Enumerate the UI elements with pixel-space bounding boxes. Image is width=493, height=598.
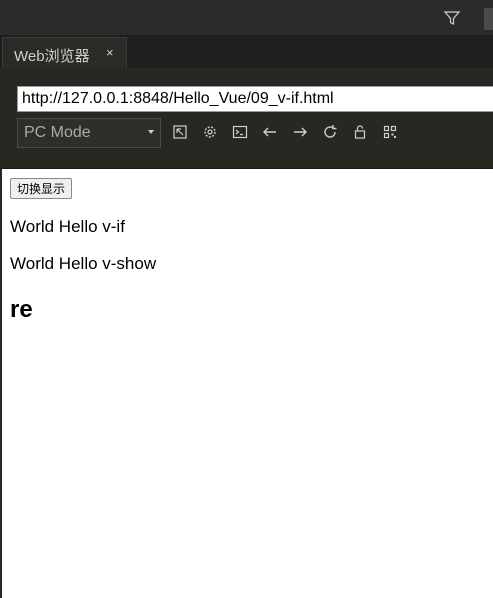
browser-toolbar: PC Mode: [0, 68, 493, 169]
close-icon[interactable]: ×: [106, 45, 114, 60]
editor-tab-strip: Web浏览器 ×: [0, 35, 493, 69]
browser-viewport: 切换显示 World Hello v-if World Hello v-show…: [2, 169, 493, 598]
mode-selected-label: PC Mode: [24, 124, 91, 141]
v-show-text: World Hello v-show: [10, 254, 157, 273]
console-icon[interactable]: [232, 124, 248, 140]
ide-top-bar: [0, 0, 493, 36]
open-external-icon[interactable]: [172, 124, 188, 140]
tab-label: Web浏览器: [14, 48, 90, 65]
url-input[interactable]: [17, 86, 493, 112]
chevron-down-icon: [148, 130, 154, 134]
settings-gear-icon[interactable]: [202, 124, 218, 140]
filter-icon[interactable]: [443, 10, 461, 26]
tab-web-browser[interactable]: Web浏览器 ×: [2, 37, 127, 68]
qr-code-icon[interactable]: [382, 124, 398, 140]
mode-select[interactable]: PC Mode: [17, 118, 161, 148]
toggle-display-button[interactable]: 切换显示: [10, 178, 73, 199]
refresh-icon[interactable]: [322, 124, 338, 140]
back-arrow-icon[interactable]: [262, 124, 278, 140]
scrollbar[interactable]: [484, 8, 493, 30]
page-heading: re: [10, 296, 33, 323]
forward-arrow-icon[interactable]: [292, 124, 308, 140]
v-if-text: World Hello v-if: [10, 217, 125, 236]
lock-icon[interactable]: [352, 124, 368, 140]
